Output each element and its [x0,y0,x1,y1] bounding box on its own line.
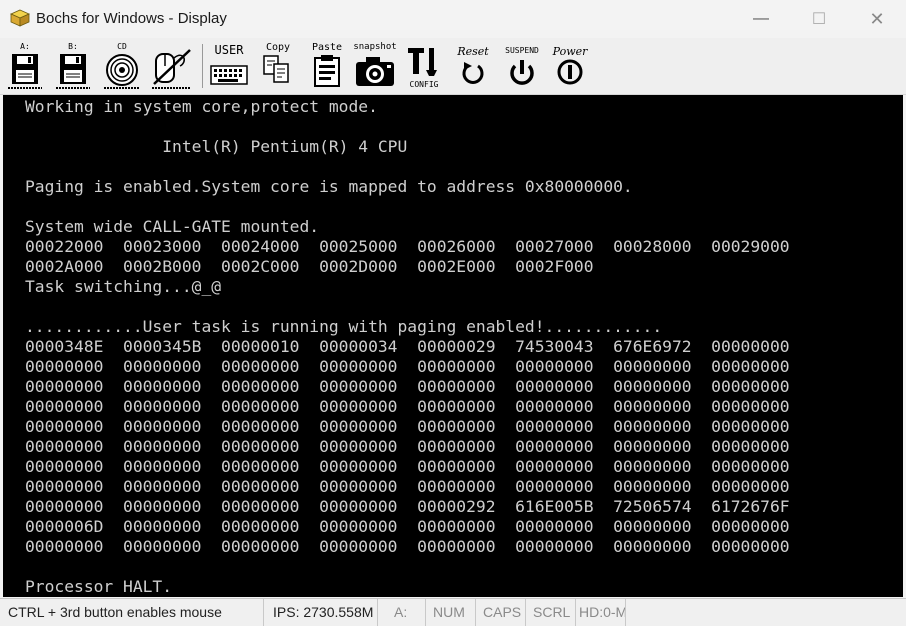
status-num-lock: NUM [426,599,476,626]
copy-button[interactable]: Copy [260,42,296,90]
console-line: 00000000 00000000 00000000 00000000 0000… [25,537,790,556]
status-floppy: A: [378,599,426,626]
status-scroll-lock: SCRL [526,599,576,626]
console-line: System wide CALL-GATE mounted. [25,217,320,236]
mouse-toggle-button[interactable] [150,42,194,90]
console-line: 00000000 00000000 00000000 00000000 0000… [25,437,790,456]
floppy-b-button[interactable]: B: [54,42,92,90]
config-button[interactable]: CONFIG [404,42,444,90]
console-line: Processor HALT. [25,577,173,596]
console-line: 0000006D 00000000 00000000 00000000 0000… [25,517,790,536]
snapshot-button[interactable]: snapshot [352,42,398,90]
console-line: 00000000 00000000 00000000 00000000 0000… [25,457,790,476]
paste-button[interactable]: Paste [308,42,346,90]
floppy-disk-icon [8,54,42,89]
close-button[interactable]: ✕ [848,0,906,38]
toolbar: A: B: CD USER Copy Paste snapshot CONFIG… [0,38,906,95]
toolbar-separator [202,44,203,88]
user-keyboard-button[interactable]: USER [208,42,250,90]
power-icon [557,59,583,85]
suspend-icon [510,60,534,85]
console-line: ............User task is running with pa… [25,317,663,336]
status-caps-lock: CAPS [476,599,526,626]
status-ips: IPS: 2730.558M [264,599,378,626]
console-line: 00000000 00000000 00000000 00000000 0000… [25,497,790,516]
power-button[interactable]: Power [548,42,592,90]
reset-icon [462,62,484,84]
maximize-button[interactable]: ☐ [790,0,848,38]
console-output: Working in system core,protect mode. Int… [25,97,790,597]
config-icon [408,48,437,76]
title-bar: Bochs for Windows - Display — ☐ ✕ [0,0,906,38]
cdrom-button[interactable]: CD [102,42,142,90]
console-line: 00000000 00000000 00000000 00000000 0000… [25,417,790,436]
console-line: 0002A000 0002B000 0002C000 0002D000 0002… [25,257,594,276]
console-line: Task switching...@_@ [25,277,222,296]
console-line: 00000000 00000000 00000000 00000000 0000… [25,377,790,396]
mouse-disabled-icon [152,49,191,89]
keyboard-icon [210,65,248,85]
cdrom-icon [104,54,140,89]
clipboard-icon [314,55,340,87]
console-line: 00000000 00000000 00000000 00000000 0000… [25,357,790,376]
console-line: 00022000 00023000 00024000 00025000 0002… [25,237,790,256]
floppy-disk-icon [56,54,90,89]
console-line: 00000000 00000000 00000000 00000000 0000… [25,477,790,496]
status-bar: CTRL + 3rd button enables mouse IPS: 273… [0,598,906,626]
window-title: Bochs for Windows - Display [36,10,227,27]
bochs-app-icon [10,9,30,27]
config-label: CONFIG [409,80,439,89]
console-line: 0000348E 0000345B 00000010 00000034 0000… [25,337,790,356]
console-line: Paging is enabled.System core is mapped … [25,177,633,196]
suspend-button[interactable]: SUSPEND [500,42,544,90]
reset-button[interactable]: Reset [452,42,494,90]
copy-icon [263,55,289,83]
emulator-display[interactable]: Working in system core,protect mode. Int… [3,95,903,597]
suspend-label: SUSPEND [505,46,539,55]
console-line: 00000000 00000000 00000000 00000000 0000… [25,397,790,416]
console-line: Intel(R) Pentium(R) 4 CPU [25,137,408,156]
status-mouse-hint: CTRL + 3rd button enables mouse [0,599,264,626]
camera-icon [356,57,394,86]
snapshot-label: snapshot [353,42,397,52]
status-hard-disk: HD:0-M [576,599,626,626]
minimize-button[interactable]: — [732,0,790,38]
console-line: Working in system core,protect mode. [25,97,378,116]
floppy-a-button[interactable]: A: [6,42,44,90]
